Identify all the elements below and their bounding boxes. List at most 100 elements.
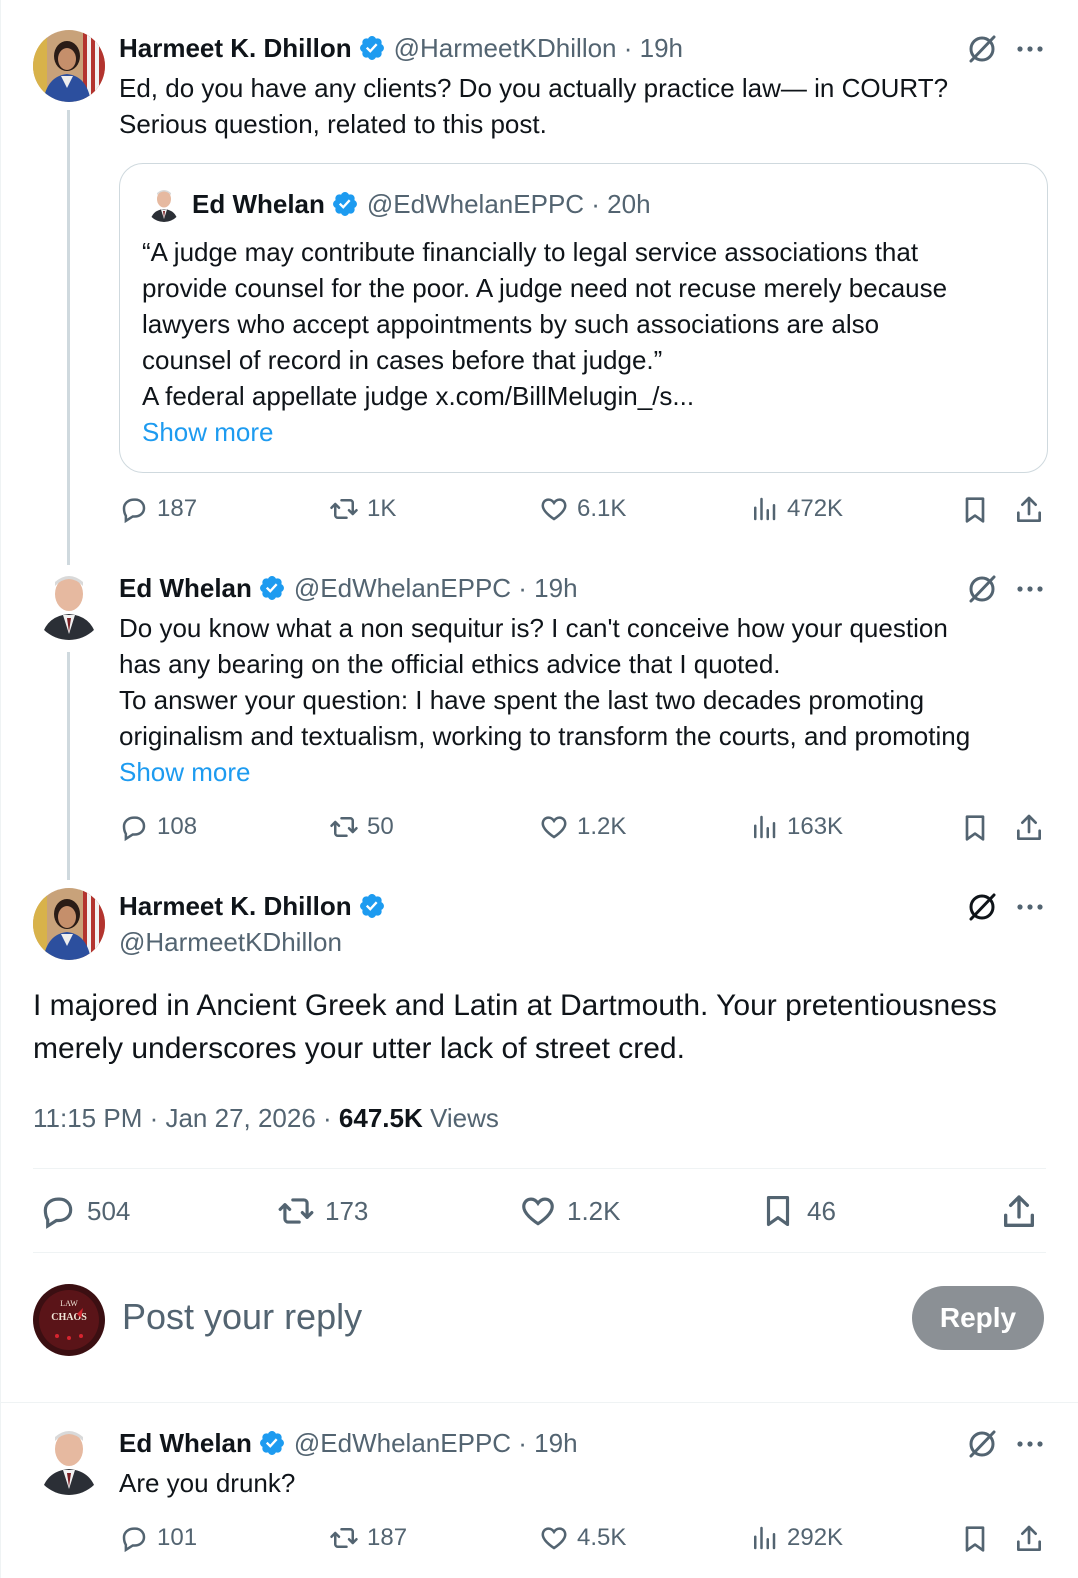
reply-icon [122,1527,146,1553]
like-count: 4.5K [577,1524,627,1551]
bookmark-count: 46 [807,1195,836,1226]
verified-badge-icon [331,190,359,218]
verified-badge-icon [358,892,386,920]
like-count: 1.2K [567,1195,621,1226]
timestamp-line: 11:15 PM · Jan 27, 2026 · 647.5K Views [33,1102,499,1134]
reply-submit-button[interactable]: Reply [912,1286,1044,1350]
tweet-text-line: To answer your question: I have spent th… [119,685,925,715]
more-options-icon[interactable] [1013,32,1047,66]
tweet-header: Ed Whelan @EdWhelanEPPC · 19h [119,1427,578,1459]
bookmark-icon[interactable] [959,812,991,844]
reply-count: 504 [87,1195,131,1226]
author-name[interactable]: Harmeet K. Dhillon [119,890,352,922]
reply-button[interactable]: 504 [39,1192,130,1230]
reply-button[interactable]: 108 [119,812,197,842]
avatar-ed-whelan[interactable] [33,568,105,640]
thread-line [67,110,70,565]
tweet-text: Do you know what a non sequitur is? I ca… [119,610,1059,790]
avatar-harmeet[interactable] [33,30,105,102]
views-button[interactable]: 163K [749,812,843,842]
reply-icon [122,498,146,524]
reply-button[interactable]: 101 [119,1523,197,1553]
reply-input[interactable]: Post your reply [122,1296,362,1338]
heart-icon [541,498,567,521]
author-handle[interactable]: @HarmeetKDhillon [119,926,342,958]
verified-badge-icon [258,574,286,602]
repost-icon [278,1198,314,1224]
grok-icon[interactable] [965,572,999,606]
repost-count: 173 [325,1195,369,1226]
avatar-logo-text: LAW [60,1299,78,1308]
tweet-header: Harmeet K. Dhillon @HarmeetKDhillon · 19… [119,32,683,64]
share-icon[interactable] [999,1192,1039,1232]
show-more-link[interactable]: Show more [142,414,1032,450]
author-name[interactable]: Harmeet K. Dhillon [119,32,352,64]
repost-button[interactable]: 187 [329,1523,407,1553]
tweet-text-line: has any bearing on the official ethics a… [119,649,781,679]
quoted-text-line: lawyers who accept appointments by such … [142,309,880,339]
handle-and-time[interactable]: @EdWhelanEPPC · 19h [294,1427,578,1459]
views-label: Views [422,1103,499,1133]
avatar-current-user[interactable]: LAW CHAOS [33,1284,105,1356]
bookmark-icon[interactable] [959,494,991,526]
more-options-icon[interactable] [1013,1427,1047,1461]
verified-badge-icon [358,34,386,62]
avatar-harmeet[interactable] [33,888,105,960]
quoted-text-line: A federal appellate judge x.com/BillMelu… [142,381,695,411]
analytics-icon [754,815,776,839]
tweet-text: Ed, do you have any clients? Do you actu… [119,70,1049,142]
tweet-header: Ed Whelan @EdWhelanEPPC · 19h [119,572,578,604]
quoted-tweet-card[interactable]: Ed Whelan @EdWhelanEPPC · 20h “A judge m… [119,163,1048,473]
share-icon[interactable] [1013,494,1045,526]
show-more-link[interactable]: Show more [119,754,1059,790]
more-options-icon[interactable] [1013,890,1047,924]
like-button[interactable]: 6.1K [539,494,626,524]
view-count: 472K [787,495,844,522]
like-count: 1.2K [577,813,627,840]
bookmark-icon[interactable] [959,1523,991,1555]
repost-icon [330,499,358,519]
tweet-text-line: Are you drunk? [119,1468,296,1498]
reply-button[interactable]: 187 [119,494,197,524]
handle-and-time[interactable]: @HarmeetKDhillon · 19h [394,32,683,64]
heart-icon [522,1197,554,1226]
quoted-text-line: counsel of record in cases before that j… [142,345,663,375]
tweet-text-line: Do you know what a non sequitur is? I ca… [119,613,948,643]
views-button[interactable]: 292K [749,1523,843,1553]
analytics-icon [754,1526,776,1550]
author-name[interactable]: Ed Whelan [119,572,252,604]
repost-button[interactable]: 50 [329,812,394,842]
quoted-text-line: “A judge may contribute financially to l… [142,237,919,267]
reply-icon [122,816,146,842]
divider [33,1168,1046,1169]
repost-button[interactable]: 173 [277,1192,368,1230]
avatar-ed-whelan[interactable] [33,1423,105,1495]
handle-and-time[interactable]: @EdWhelanEPPC · 19h [294,572,578,604]
timestamp[interactable]: 11:15 PM · Jan 27, 2026 · [33,1102,339,1134]
grok-icon[interactable] [965,1427,999,1461]
grok-icon[interactable] [965,890,999,924]
share-icon[interactable] [1013,1523,1045,1555]
share-icon[interactable] [1013,812,1045,844]
tweet-text-line: Serious question, related to this post. [119,109,547,139]
bookmark-button[interactable]: 46 [759,1192,836,1230]
bookmark-icon [766,1195,790,1227]
quoted-tweet-header: Ed Whelan @EdWhelanEPPC · 20h [192,188,651,220]
like-button[interactable]: 1.2K [519,1192,621,1230]
verified-badge-icon [258,1429,286,1457]
author-name[interactable]: Ed Whelan [119,1427,252,1459]
reply-count: 101 [157,1524,198,1551]
quoted-author-name: Ed Whelan [192,189,325,219]
heart-icon [541,816,567,839]
like-button[interactable]: 1.2K [539,812,626,842]
like-button[interactable]: 4.5K [539,1523,626,1553]
analytics-icon [754,497,776,521]
avatar-ed-whelan-small [146,186,182,222]
quoted-text-line: provide counsel for the poor. A judge ne… [142,273,948,303]
quoted-tweet-text: “A judge may contribute financially to l… [142,234,1032,450]
more-options-icon[interactable] [1013,572,1047,606]
views-button[interactable]: 472K [749,494,843,524]
grok-icon[interactable] [965,32,999,66]
reply-count: 108 [157,813,198,840]
repost-button[interactable]: 1K [329,494,396,524]
